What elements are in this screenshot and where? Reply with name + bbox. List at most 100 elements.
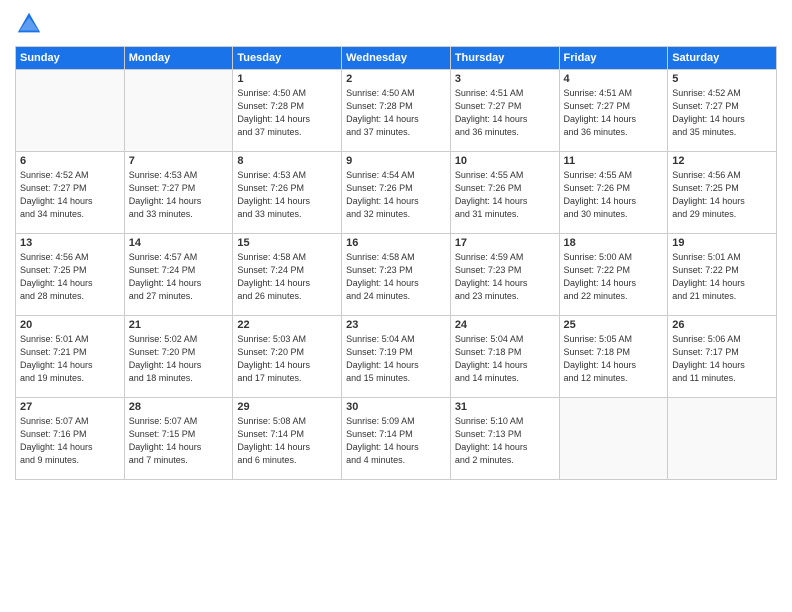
calendar-cell: 4 Sunrise: 4:51 AM Sunset: 7:27 PM Daylig… (559, 70, 668, 152)
day-info: Sunrise: 5:06 AM Sunset: 7:17 PM Dayligh… (672, 333, 772, 385)
calendar-cell: 29Sunrise: 5:08 AM Sunset: 7:14 PM Dayli… (233, 398, 342, 480)
calendar-cell: 2 Sunrise: 4:50 AM Sunset: 7:28 PM Daylig… (342, 70, 451, 152)
header (15, 10, 777, 38)
calendar-cell (668, 398, 777, 480)
calendar-cell: 23 Sunrise: 5:04 AM Sunset: 7:19 PM Dayli… (342, 316, 451, 398)
day-number: 9 (346, 155, 446, 167)
day-info: Sunrise: 4:55 AM Sunset: 7:26 PM Dayligh… (564, 169, 664, 221)
day-info: Sunrise: 5:07 AM Sunset: 7:16 PM Dayligh… (20, 415, 120, 467)
calendar-cell: 7 Sunrise: 4:53 AM Sunset: 7:27 PM Daylig… (124, 152, 233, 234)
day-info: Sunrise: 4:51 AM Sunset: 7:27 PM Dayligh… (455, 87, 555, 139)
week-row-4: 20 Sunrise: 5:01 AM Sunset: 7:21 PM Dayli… (16, 316, 777, 398)
calendar-cell: 10 Sunrise: 4:55 AM Sunset: 7:26 PM Dayli… (450, 152, 559, 234)
day-info: Sunrise: 5:04 AM Sunset: 7:18 PM Dayligh… (455, 333, 555, 385)
day-info: Sunrise: 5:10 AM Sunset: 7:13 PM Dayligh… (455, 415, 555, 467)
day-info: Sunrise: 4:52 AM Sunset: 7:27 PM Dayligh… (20, 169, 120, 221)
weekday-header-monday: Monday (124, 47, 233, 70)
day-number: 20 (20, 319, 120, 331)
day-number: 16 (346, 237, 446, 249)
calendar-cell: 1 Sunrise: 4:50 AM Sunset: 7:28 PM Daylig… (233, 70, 342, 152)
calendar-cell: 26 Sunrise: 5:06 AM Sunset: 7:17 PM Dayli… (668, 316, 777, 398)
day-info: Sunrise: 4:58 AM Sunset: 7:23 PM Dayligh… (346, 251, 446, 303)
day-number: 14 (129, 237, 229, 249)
day-number: 31 (455, 401, 555, 413)
calendar-cell: 25 Sunrise: 5:05 AM Sunset: 7:18 PM Dayli… (559, 316, 668, 398)
day-number: 7 (129, 155, 229, 167)
day-number: 17 (455, 237, 555, 249)
day-number: 23 (346, 319, 446, 331)
day-number: 1 (237, 73, 337, 85)
day-info: Sunrise: 4:53 AM Sunset: 7:26 PM Dayligh… (237, 169, 337, 221)
day-info: Sunrise: 5:07 AM Sunset: 7:15 PM Dayligh… (129, 415, 229, 467)
calendar-cell: 24 Sunrise: 5:04 AM Sunset: 7:18 PM Dayli… (450, 316, 559, 398)
day-number: 22 (237, 319, 337, 331)
day-number: 27 (20, 401, 120, 413)
calendar-cell: 5 Sunrise: 4:52 AM Sunset: 7:27 PM Daylig… (668, 70, 777, 152)
day-info: Sunrise: 5:05 AM Sunset: 7:18 PM Dayligh… (564, 333, 664, 385)
calendar-cell: 14 Sunrise: 4:57 AM Sunset: 7:24 PM Dayli… (124, 234, 233, 316)
day-number: 29 (237, 401, 337, 413)
calendar-cell: 11Sunrise: 4:55 AM Sunset: 7:26 PM Dayli… (559, 152, 668, 234)
week-row-5: 27 Sunrise: 5:07 AM Sunset: 7:16 PM Dayli… (16, 398, 777, 480)
day-number: 15 (237, 237, 337, 249)
day-number: 24 (455, 319, 555, 331)
weekday-header-saturday: Saturday (668, 47, 777, 70)
calendar-cell (559, 398, 668, 480)
day-number: 8 (237, 155, 337, 167)
week-row-3: 13 Sunrise: 4:56 AM Sunset: 7:25 PM Dayli… (16, 234, 777, 316)
day-info: Sunrise: 4:59 AM Sunset: 7:23 PM Dayligh… (455, 251, 555, 303)
calendar-cell: 19Sunrise: 5:01 AM Sunset: 7:22 PM Dayli… (668, 234, 777, 316)
calendar-cell (124, 70, 233, 152)
day-info: Sunrise: 4:53 AM Sunset: 7:27 PM Dayligh… (129, 169, 229, 221)
weekday-header-wednesday: Wednesday (342, 47, 451, 70)
calendar-cell: 21Sunrise: 5:02 AM Sunset: 7:20 PM Dayli… (124, 316, 233, 398)
calendar-cell: 9 Sunrise: 4:54 AM Sunset: 7:26 PM Daylig… (342, 152, 451, 234)
day-info: Sunrise: 4:54 AM Sunset: 7:26 PM Dayligh… (346, 169, 446, 221)
day-number: 18 (564, 237, 664, 249)
day-info: Sunrise: 5:00 AM Sunset: 7:22 PM Dayligh… (564, 251, 664, 303)
calendar-cell: 18 Sunrise: 5:00 AM Sunset: 7:22 PM Dayli… (559, 234, 668, 316)
week-row-1: 1 Sunrise: 4:50 AM Sunset: 7:28 PM Daylig… (16, 70, 777, 152)
calendar-cell: 28 Sunrise: 5:07 AM Sunset: 7:15 PM Dayli… (124, 398, 233, 480)
day-info: Sunrise: 4:57 AM Sunset: 7:24 PM Dayligh… (129, 251, 229, 303)
day-info: Sunrise: 4:51 AM Sunset: 7:27 PM Dayligh… (564, 87, 664, 139)
day-number: 30 (346, 401, 446, 413)
day-number: 25 (564, 319, 664, 331)
day-info: Sunrise: 4:50 AM Sunset: 7:28 PM Dayligh… (346, 87, 446, 139)
day-number: 26 (672, 319, 772, 331)
day-number: 13 (20, 237, 120, 249)
day-number: 10 (455, 155, 555, 167)
day-info: Sunrise: 5:04 AM Sunset: 7:19 PM Dayligh… (346, 333, 446, 385)
weekday-header-sunday: Sunday (16, 47, 125, 70)
day-number: 5 (672, 73, 772, 85)
calendar-cell: 27 Sunrise: 5:07 AM Sunset: 7:16 PM Dayli… (16, 398, 125, 480)
weekday-header-friday: Friday (559, 47, 668, 70)
day-number: 4 (564, 73, 664, 85)
logo-icon (15, 10, 43, 38)
day-info: Sunrise: 4:52 AM Sunset: 7:27 PM Dayligh… (672, 87, 772, 139)
day-info: Sunrise: 5:03 AM Sunset: 7:20 PM Dayligh… (237, 333, 337, 385)
day-number: 28 (129, 401, 229, 413)
day-number: 6 (20, 155, 120, 167)
day-info: Sunrise: 4:55 AM Sunset: 7:26 PM Dayligh… (455, 169, 555, 221)
weekday-header-thursday: Thursday (450, 47, 559, 70)
calendar-cell: 12Sunrise: 4:56 AM Sunset: 7:25 PM Dayli… (668, 152, 777, 234)
day-number: 2 (346, 73, 446, 85)
calendar-cell: 20 Sunrise: 5:01 AM Sunset: 7:21 PM Dayli… (16, 316, 125, 398)
calendar-cell: 22 Sunrise: 5:03 AM Sunset: 7:20 PM Dayli… (233, 316, 342, 398)
day-number: 12 (672, 155, 772, 167)
week-row-2: 6 Sunrise: 4:52 AM Sunset: 7:27 PM Daylig… (16, 152, 777, 234)
day-info: Sunrise: 5:02 AM Sunset: 7:20 PM Dayligh… (129, 333, 229, 385)
day-info: Sunrise: 4:58 AM Sunset: 7:24 PM Dayligh… (237, 251, 337, 303)
calendar-cell: 15 Sunrise: 4:58 AM Sunset: 7:24 PM Dayli… (233, 234, 342, 316)
day-info: Sunrise: 5:01 AM Sunset: 7:21 PM Dayligh… (20, 333, 120, 385)
day-number: 3 (455, 73, 555, 85)
weekday-header-row: SundayMondayTuesdayWednesdayThursdayFrid… (16, 47, 777, 70)
calendar: SundayMondayTuesdayWednesdayThursdayFrid… (15, 46, 777, 480)
calendar-cell: 3 Sunrise: 4:51 AM Sunset: 7:27 PM Daylig… (450, 70, 559, 152)
calendar-cell: 13 Sunrise: 4:56 AM Sunset: 7:25 PM Dayli… (16, 234, 125, 316)
calendar-cell (16, 70, 125, 152)
day-info: Sunrise: 4:50 AM Sunset: 7:28 PM Dayligh… (237, 87, 337, 139)
day-info: Sunrise: 5:01 AM Sunset: 7:22 PM Dayligh… (672, 251, 772, 303)
day-info: Sunrise: 4:56 AM Sunset: 7:25 PM Dayligh… (20, 251, 120, 303)
